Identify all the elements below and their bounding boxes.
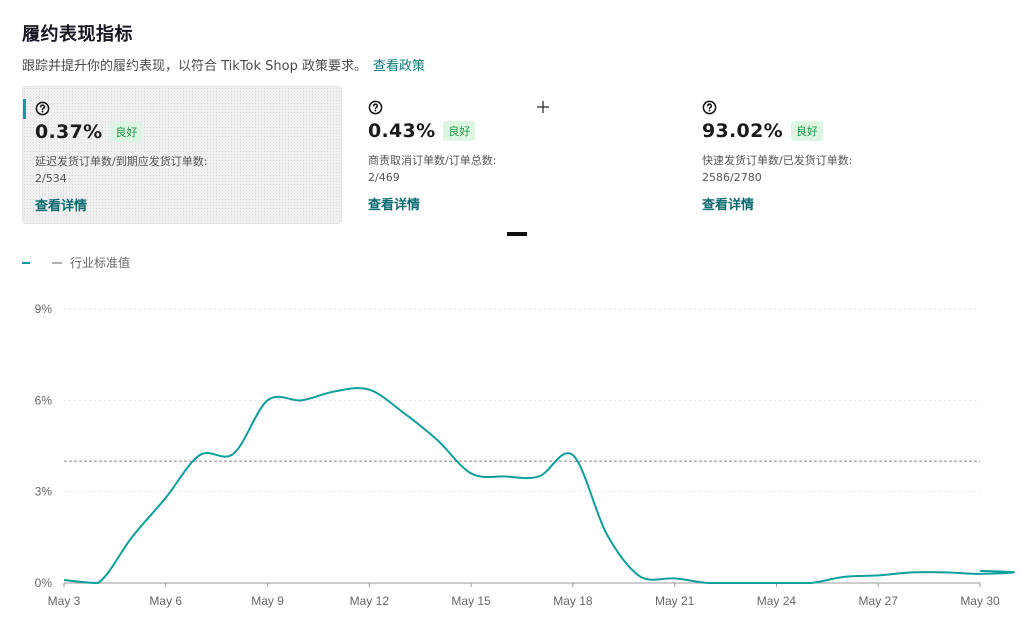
y-tick-label: 6% xyxy=(35,393,53,407)
subtitle-text: 跟踪并提升你的履约表现，以符合 TikTok Shop 政策要求。 xyxy=(22,59,367,74)
standard-legend-swatch xyxy=(52,261,62,264)
x-tick-label: May 21 xyxy=(655,594,695,608)
help-circle-icon[interactable] xyxy=(702,100,717,115)
plus-icon xyxy=(537,101,549,113)
metric-fraction: 2/534 xyxy=(35,172,67,185)
x-tick-label: May 24 xyxy=(757,594,797,608)
metric-fraction: 2/469 xyxy=(368,171,400,184)
view-details-link[interactable]: 查看详情 xyxy=(368,194,420,213)
x-tick-label: May 3 xyxy=(48,594,81,608)
chart-legend: 行业标准值 xyxy=(22,254,130,271)
page-title: 履约表现指标 xyxy=(22,24,133,45)
line-chart: 0% 3% 6% 9% May 3 May 6 May 9 May 12 May 15 May 1… xyxy=(35,302,1015,608)
series-line[interactable] xyxy=(63,387,1015,584)
metric-row: 93.02% 良好 xyxy=(702,120,998,142)
standard-legend-label[interactable]: 行业标准值 xyxy=(70,254,130,271)
x-tick-label: May 6 xyxy=(149,594,182,608)
y-tick-label: 9% xyxy=(35,302,53,316)
subtitle-row: 跟踪并提升你的履约表现，以符合 TikTok Shop 政策要求。 查看政策 xyxy=(22,55,425,74)
metric-value: 0.37% xyxy=(35,121,103,143)
x-tick-label: May 27 xyxy=(859,594,899,608)
view-policy-link[interactable]: 查看政策 xyxy=(373,59,425,74)
view-details-link[interactable]: 查看详情 xyxy=(702,194,754,213)
view-details-link[interactable]: 查看详情 xyxy=(35,195,87,214)
metric-label: 快速发货订单数/已发货订单数: xyxy=(702,154,853,167)
metric-value: 93.02% xyxy=(702,120,783,142)
metric-card-fast-dispatch[interactable]: 93.02% 良好 快速发货订单数/已发货订单数: 2586/2780 查看详情 xyxy=(690,86,1010,224)
status-badge: 良好 xyxy=(110,122,143,142)
help-circle-icon[interactable] xyxy=(35,101,50,116)
metric-card-late-shipment[interactable]: 0.37% 良好 延迟发货订单数/到期应发货订单数: 2/534 查看详情 xyxy=(22,86,342,224)
metric-row: 0.43% 良好 xyxy=(368,120,664,142)
x-tick-label: May 12 xyxy=(350,594,390,608)
metric-row: 0.37% 良好 xyxy=(35,121,329,143)
x-tick-label: May 18 xyxy=(553,594,593,608)
metric-card-seller-cancellation[interactable]: 0.43% 良好 商责取消订单数/订单总数: 2/469 查看详情 xyxy=(356,86,676,224)
y-tick-label: 0% xyxy=(35,576,53,590)
series-legend-swatch[interactable] xyxy=(22,261,30,264)
metric-fraction: 2586/2780 xyxy=(702,171,762,184)
metric-label: 商责取消订单数/订单总数: xyxy=(368,154,497,167)
status-badge: 良好 xyxy=(790,121,823,141)
x-tick-label: May 15 xyxy=(451,594,491,608)
metric-value: 0.43% xyxy=(368,120,436,142)
status-badge: 良好 xyxy=(443,121,476,141)
metric-label: 延迟发货订单数/到期应发货订单数: xyxy=(35,155,208,168)
metric-cards: 0.37% 良好 延迟发货订单数/到期应发货订单数: 2/534 查看详情 0.… xyxy=(22,86,1002,226)
selected-accent-bar xyxy=(23,99,26,119)
page-header: 履约表现指标 跟踪并提升你的履约表现，以符合 TikTok Shop 政策要求。… xyxy=(22,20,425,74)
x-tick-label: May 30 xyxy=(960,594,1000,608)
x-tick-label: May 9 xyxy=(251,594,284,608)
minus-icon xyxy=(507,232,527,236)
y-tick-label: 3% xyxy=(35,485,53,499)
help-circle-icon[interactable] xyxy=(368,100,383,115)
